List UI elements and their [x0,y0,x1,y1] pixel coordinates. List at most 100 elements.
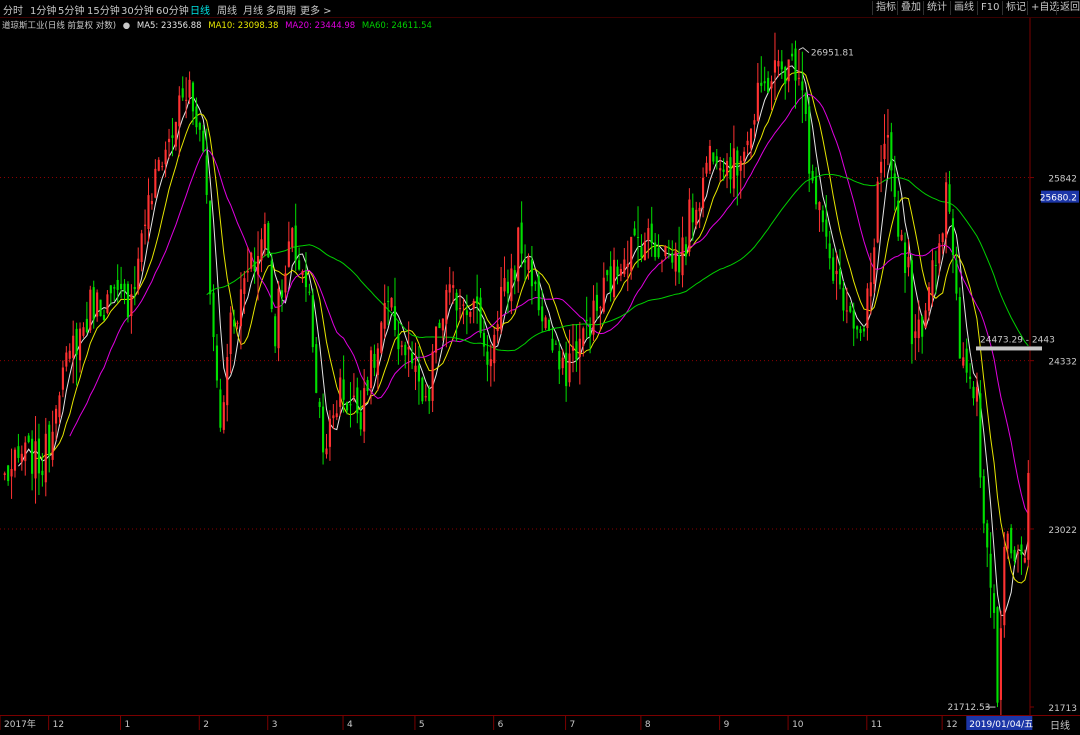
candle-body [144,224,147,226]
candle-body [287,241,290,267]
period-tab-7[interactable]: 周线 [217,2,237,17]
candle-body [972,386,975,399]
candle-body [363,388,366,432]
candle-body [322,406,325,453]
toolbar-button-1[interactable]: 叠加 [897,1,924,15]
candle-body [763,81,766,84]
candle-body [253,261,256,272]
toolbar-button-5[interactable]: 标记 [1002,1,1029,15]
candle-body [832,257,835,281]
x-tick-label: 6 [498,720,504,730]
ma10-line [35,71,1029,584]
candle-body [838,269,842,285]
period-tab-3[interactable]: 15分钟 [87,2,120,17]
candle-body [517,227,520,282]
candle-body [691,207,694,223]
candle-body [893,173,896,197]
candle-body [339,377,342,407]
toolbar-button-2[interactable]: 统计 [923,1,950,15]
candle-body [78,328,82,361]
period-tab-0[interactable]: 分时 [3,2,23,17]
candle-body [352,395,355,397]
candle-body [753,120,756,125]
candle-body [914,331,917,338]
period-tab-4[interactable]: 30分钟 [121,2,154,17]
candle-body [458,308,462,310]
measure-label: 24473.29 - 2443 [980,335,1055,345]
toolbar-button-7[interactable]: 返回 [1056,1,1080,15]
candle-body [869,282,872,297]
period-tab-9[interactable]: 多周期 [266,2,296,17]
candle-body [571,346,575,351]
candle-body [359,412,362,430]
candle-body [178,95,181,127]
candle-body [99,299,102,317]
period-tab-6[interactable]: 日线 [190,2,210,17]
candle-body [13,449,17,471]
candle-body [613,259,616,298]
candle-body [239,289,242,327]
candle-body [390,297,393,308]
candle-body [366,380,369,392]
y-tick-label: 25842 [1048,175,1077,185]
candle-body [975,387,978,402]
candle-body [876,181,879,243]
candle-body [715,156,718,164]
candle-body [544,317,547,329]
candle-body [476,296,479,304]
candle-body [493,334,496,364]
candle-body [496,324,499,332]
candle-body [164,149,167,165]
candle-body [20,453,23,462]
x-tick-label: 7 [570,720,576,730]
candle-body [890,132,893,171]
candle-body [1016,552,1020,554]
x-tick-label: 1 [125,720,131,730]
candle-body [996,607,999,703]
period-tab-10[interactable]: 更多 > [300,2,332,17]
candle-body [965,348,968,373]
candle-body [999,628,1002,700]
toolbar-button-0[interactable]: 指标 [872,1,899,15]
candle-body [698,207,701,212]
candle-body [736,150,739,176]
candle-body [102,314,106,321]
date-axis-svg: 2017年 12 1 2 3 4 5 6 7 8 9 10 11 12 2019/01/04/五 [0,716,1033,730]
candle-body [301,271,304,276]
candle-body [250,252,253,269]
candle-body [722,169,725,172]
period-tab-2[interactable]: 5分钟 [58,2,84,17]
candle-body [547,319,551,331]
candle-body [65,352,68,367]
candle-body [1020,544,1023,555]
candle-body [267,223,270,258]
toolbar-button-4[interactable]: F10 [977,1,1002,15]
settings-icon[interactable]: ● [123,21,130,31]
candle-body [154,168,157,198]
candle-body [927,287,931,311]
period-tab-1[interactable]: 1分钟 [30,2,56,17]
candle-body [897,200,900,237]
candle-body [808,106,811,174]
candle-body [500,286,503,330]
candle-body [174,121,177,147]
candle-body [24,442,27,462]
candle-body [986,523,989,548]
period-tab-8[interactable]: 月线 [243,2,263,17]
candle-body [551,338,554,351]
x-tick-label: 2 [203,720,209,730]
candle-body [10,469,13,477]
candle-body [243,278,246,294]
x-tick-label: 4 [347,720,353,730]
high-marker [798,47,810,54]
period-tab-5[interactable]: 60分钟 [156,2,189,17]
candle-body [1013,549,1016,562]
candle-body [633,228,636,236]
kline-chart[interactable]: 26951.8121712.5324473.29 - 2443 25842243… [0,0,1080,730]
candle-body [400,345,403,347]
candle-body [31,438,34,474]
candle-body [58,395,61,418]
candle-body [7,465,10,482]
candle-body [479,297,482,334]
toolbar-button-3[interactable]: 画线 [950,1,977,15]
